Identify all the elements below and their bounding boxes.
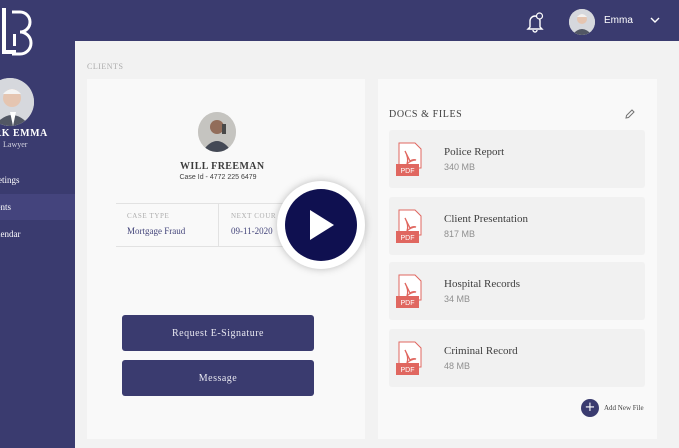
sidebar: RK EMMA Lawyer eetings ients alendar (0, 0, 75, 448)
pdf-file-icon: PDF (396, 274, 422, 308)
sidebar-item-meetings[interactable]: eetings (0, 167, 75, 193)
pdf-badge: PDF (401, 235, 415, 242)
pdf-badge: PDF (401, 300, 415, 307)
sidebar-user-name: RK EMMA (0, 128, 48, 139)
sidebar-user-role: Lawyer (3, 140, 28, 149)
user-avatar[interactable] (569, 9, 595, 35)
bell-icon[interactable] (524, 11, 546, 33)
docs-files-title: DOCS & FILES (389, 109, 463, 120)
sidebar-avatar[interactable] (0, 78, 34, 126)
client-name: WILL FREEMAN (180, 161, 265, 172)
file-size: 340 MB (444, 162, 476, 172)
request-esignature-button[interactable]: Request E-Signature (122, 315, 314, 351)
pdf-badge: PDF (401, 367, 415, 374)
user-menu-name[interactable]: Emma (604, 15, 633, 26)
case-type-label: CASE TYPE (127, 212, 170, 220)
case-type-value: Mortgage Fraud (127, 226, 186, 236)
brand-logo[interactable] (0, 6, 34, 58)
sidebar-item-label: ients (0, 202, 11, 212)
sidebar-item-label: alendar (0, 229, 21, 239)
sidebar-item-label: eetings (0, 175, 20, 185)
next-court-value: 09-11-2020 (231, 226, 273, 236)
play-icon (310, 210, 334, 240)
play-button-inner (285, 189, 357, 261)
pdf-file-icon: PDF (396, 142, 422, 176)
edit-icon[interactable] (624, 108, 636, 120)
sidebar-item-clients[interactable]: ients (0, 194, 75, 220)
add-file-button[interactable]: + (581, 399, 599, 417)
file-item[interactable]: PDF Client Presentation 817 MB (389, 197, 645, 255)
sidebar-item-calendar[interactable]: alendar (0, 221, 75, 247)
file-item[interactable]: PDF Police Report 340 MB (389, 130, 645, 188)
file-size: 34 MB (444, 294, 471, 304)
pdf-file-icon: PDF (396, 209, 422, 243)
next-court-label: NEXT COUR (231, 212, 277, 220)
pdf-badge: PDF (401, 168, 415, 175)
message-button[interactable]: Message (122, 360, 314, 396)
client-avatar (198, 112, 236, 152)
pdf-file-icon: PDF (396, 341, 422, 375)
file-name: Hospital Records (444, 278, 521, 290)
file-size: 48 MB (444, 361, 471, 371)
file-name: Police Report (444, 146, 505, 158)
file-item[interactable]: PDF Hospital Records 34 MB (389, 262, 645, 320)
breadcrumb[interactable]: CLIENTS (87, 62, 123, 71)
add-file-label[interactable]: Add New File (604, 404, 644, 412)
case-id: Case Id - 4772 225 6479 (179, 174, 257, 181)
file-name: Client Presentation (444, 213, 529, 225)
file-name: Criminal Record (444, 345, 518, 357)
play-button[interactable] (277, 181, 365, 269)
chevron-down-icon[interactable] (650, 15, 660, 25)
file-item[interactable]: PDF Criminal Record 48 MB (389, 329, 645, 387)
case-info-divider (218, 203, 219, 246)
file-size: 817 MB (444, 229, 476, 239)
